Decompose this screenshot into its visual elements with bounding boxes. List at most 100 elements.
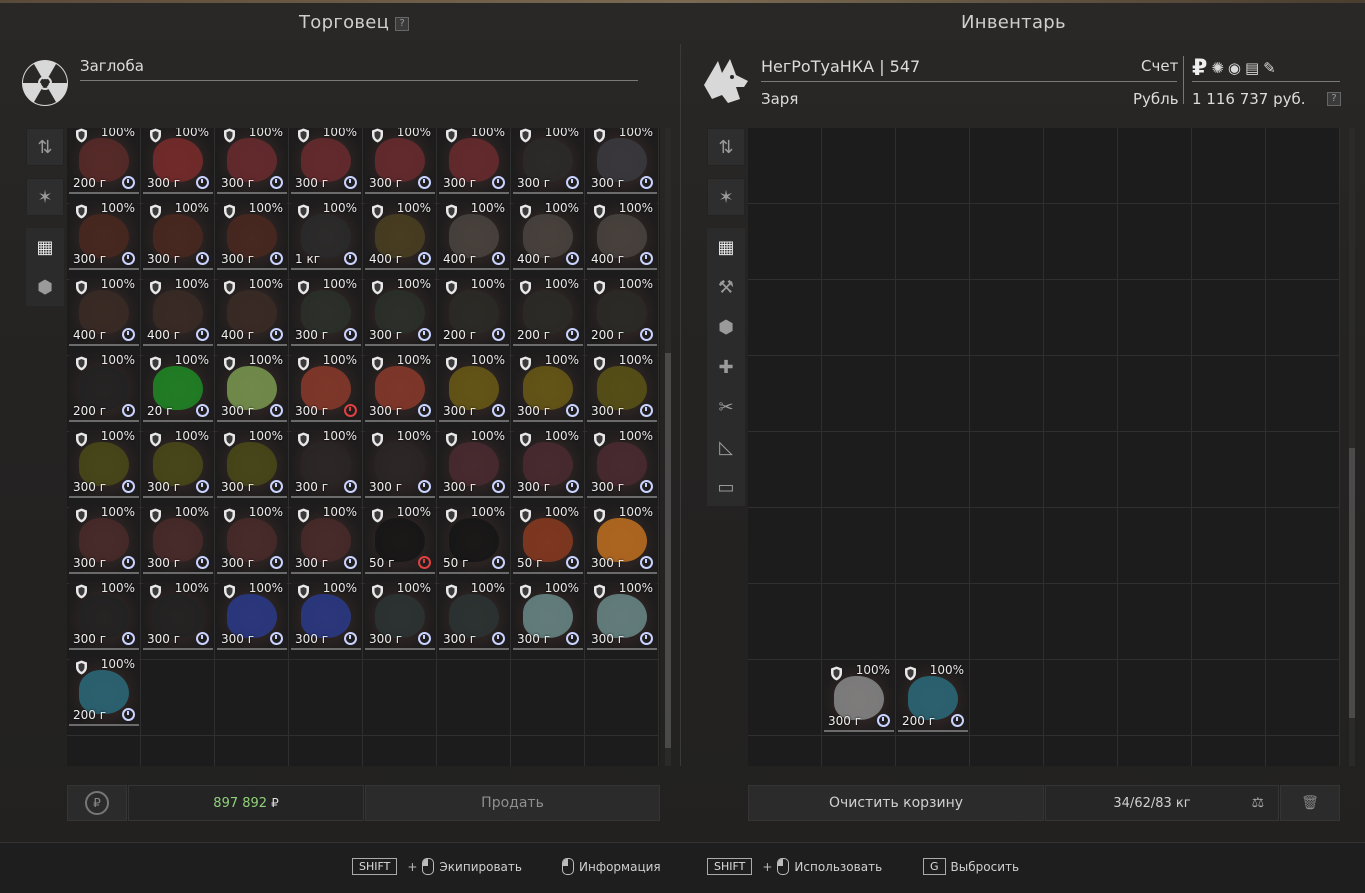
grid-cell[interactable] bbox=[748, 584, 822, 660]
inventory-item[interactable]: 100% 300 г bbox=[439, 580, 509, 650]
inventory-item[interactable]: 100% 300 г bbox=[587, 128, 657, 194]
inventory-item[interactable]: 100% 300 г bbox=[291, 428, 361, 498]
grid-cell[interactable] bbox=[363, 660, 437, 736]
grid-cell[interactable] bbox=[1044, 432, 1118, 508]
grid-cell[interactable] bbox=[1192, 432, 1266, 508]
grid-cell[interactable] bbox=[67, 736, 141, 766]
grid-cell[interactable] bbox=[1118, 584, 1192, 660]
grid-cell[interactable] bbox=[585, 736, 659, 766]
grid-cell[interactable] bbox=[437, 736, 511, 766]
grid-cell[interactable] bbox=[141, 660, 215, 736]
grid-cell[interactable] bbox=[748, 432, 822, 508]
grid-cell[interactable] bbox=[822, 128, 896, 204]
grid-cell[interactable] bbox=[896, 128, 970, 204]
grid-cell[interactable] bbox=[970, 584, 1044, 660]
inventory-item[interactable]: 100% 300 г bbox=[69, 580, 139, 650]
grid-cell[interactable] bbox=[1044, 356, 1118, 432]
grid-cell[interactable] bbox=[822, 584, 896, 660]
grid-cell[interactable] bbox=[289, 660, 363, 736]
inv-artifacts-filter[interactable]: ⬢ bbox=[707, 308, 745, 346]
grid-cell[interactable] bbox=[437, 660, 511, 736]
inventory-item[interactable]: 100% 300 г bbox=[365, 128, 435, 194]
inventory-item[interactable]: 100% 300 г bbox=[217, 504, 287, 574]
inventory-item[interactable]: 100% 400 г bbox=[69, 276, 139, 346]
grid-cell[interactable] bbox=[748, 508, 822, 584]
grid-cell[interactable] bbox=[1118, 736, 1192, 766]
inventory-item[interactable]: 100% 300 г bbox=[513, 580, 583, 650]
inventory-item[interactable]: 100% 200 г bbox=[69, 656, 139, 726]
grid-cell[interactable] bbox=[1192, 204, 1266, 280]
inventory-item[interactable]: 100% 400 г bbox=[513, 200, 583, 270]
inventory-item[interactable]: 100% 300 г bbox=[439, 128, 509, 194]
grid-cell[interactable] bbox=[896, 280, 970, 356]
inventory-item[interactable]: 100% 400 г bbox=[365, 200, 435, 270]
inventory-item[interactable]: 100% 200 г bbox=[513, 276, 583, 346]
grid-cell[interactable] bbox=[748, 280, 822, 356]
grid-cell[interactable] bbox=[1044, 204, 1118, 280]
inv-sort-button[interactable]: ⇅ bbox=[707, 128, 745, 166]
clear-cart-button[interactable]: Очистить корзину bbox=[748, 785, 1044, 821]
grid-cell[interactable] bbox=[970, 736, 1044, 766]
inventory-item[interactable]: 100% 50 г bbox=[513, 504, 583, 574]
grid-cell[interactable] bbox=[215, 660, 289, 736]
exchange-button[interactable]: ₽ bbox=[67, 785, 127, 821]
grid-cell[interactable] bbox=[289, 736, 363, 766]
grid-cell[interactable] bbox=[822, 356, 896, 432]
inventory-item[interactable]: 100% 300 г bbox=[217, 128, 287, 194]
grid-cell[interactable] bbox=[822, 736, 896, 766]
grid-cell[interactable] bbox=[970, 660, 1044, 736]
inventory-item[interactable]: 100% 300 г bbox=[143, 200, 213, 270]
grid-cell[interactable] bbox=[1044, 736, 1118, 766]
grid-cell[interactable] bbox=[1192, 660, 1266, 736]
grid-cell[interactable] bbox=[1044, 128, 1118, 204]
inventory-item[interactable]: 100% 50 г bbox=[365, 504, 435, 574]
ruble-icon[interactable]: ₽ bbox=[1192, 56, 1207, 81]
grid-cell[interactable] bbox=[1044, 660, 1118, 736]
inv-tools-filter[interactable]: ✂ bbox=[707, 388, 745, 426]
grid-cell[interactable] bbox=[1192, 280, 1266, 356]
inventory-item[interactable]: 100% 300 г bbox=[291, 276, 361, 346]
inventory-item[interactable]: 100% 200 г bbox=[898, 662, 968, 732]
inventory-item[interactable]: 100% 300 г bbox=[143, 428, 213, 498]
trash-button[interactable]: 🗑 bbox=[1280, 785, 1340, 821]
grid-cell[interactable] bbox=[896, 508, 970, 584]
inventory-item[interactable]: 100% 200 г bbox=[69, 352, 139, 422]
artifacts-filter[interactable]: ⬢ bbox=[26, 268, 64, 306]
inventory-item[interactable]: 100% 300 г bbox=[143, 128, 213, 194]
inventory-item[interactable]: 100% 300 г bbox=[217, 580, 287, 650]
inventory-item[interactable]: 100% 300 г bbox=[824, 662, 894, 732]
inventory-item[interactable]: 100% 1 кг bbox=[291, 200, 361, 270]
inv-storage-filter[interactable]: ▭ bbox=[707, 468, 745, 506]
inv-favorites-filter[interactable]: ✶ bbox=[707, 178, 745, 216]
inventory-item[interactable]: 100% 400 г bbox=[587, 200, 657, 270]
grid-cell[interactable] bbox=[1118, 432, 1192, 508]
ticket-token-icon[interactable]: ▤ bbox=[1245, 59, 1259, 77]
grid-cell[interactable] bbox=[896, 432, 970, 508]
grid-cell[interactable] bbox=[1266, 432, 1340, 508]
grid-cell[interactable] bbox=[970, 508, 1044, 584]
inventory-item[interactable]: 100% 300 г bbox=[439, 428, 509, 498]
inventory-item[interactable]: 100% 300 г bbox=[69, 504, 139, 574]
grid-cell[interactable] bbox=[585, 660, 659, 736]
inventory-item[interactable]: 100% 400 г bbox=[217, 276, 287, 346]
sort-button[interactable]: ⇅ bbox=[26, 128, 64, 166]
inventory-item[interactable]: 100% 300 г bbox=[513, 428, 583, 498]
trader-help-button[interactable]: ? bbox=[395, 17, 410, 31]
grid-cell[interactable] bbox=[896, 736, 970, 766]
inventory-item[interactable]: 100% 20 г bbox=[143, 352, 213, 422]
inventory-item[interactable]: 100% 300 г bbox=[587, 352, 657, 422]
inv-blueprints-filter[interactable]: ◺ bbox=[707, 428, 745, 466]
gear-token-icon[interactable]: ✺ bbox=[1211, 59, 1224, 77]
grid-cell[interactable] bbox=[748, 356, 822, 432]
inventory-item[interactable]: 100% 400 г bbox=[439, 200, 509, 270]
grid-cell[interactable] bbox=[1266, 736, 1340, 766]
inv-all-items-filter[interactable]: ▦ bbox=[707, 228, 745, 266]
inventory-item[interactable]: 100% 300 г bbox=[587, 580, 657, 650]
inventory-item[interactable]: 100% 300 г bbox=[69, 200, 139, 270]
grid-cell[interactable] bbox=[748, 204, 822, 280]
currency-icons[interactable]: ₽ ✺ ◉ ▤ ✎ bbox=[1192, 56, 1312, 81]
grid-cell[interactable] bbox=[1118, 356, 1192, 432]
inventory-item[interactable]: 100% 300 г bbox=[217, 428, 287, 498]
grid-cell[interactable] bbox=[822, 280, 896, 356]
grid-cell[interactable] bbox=[1118, 128, 1192, 204]
